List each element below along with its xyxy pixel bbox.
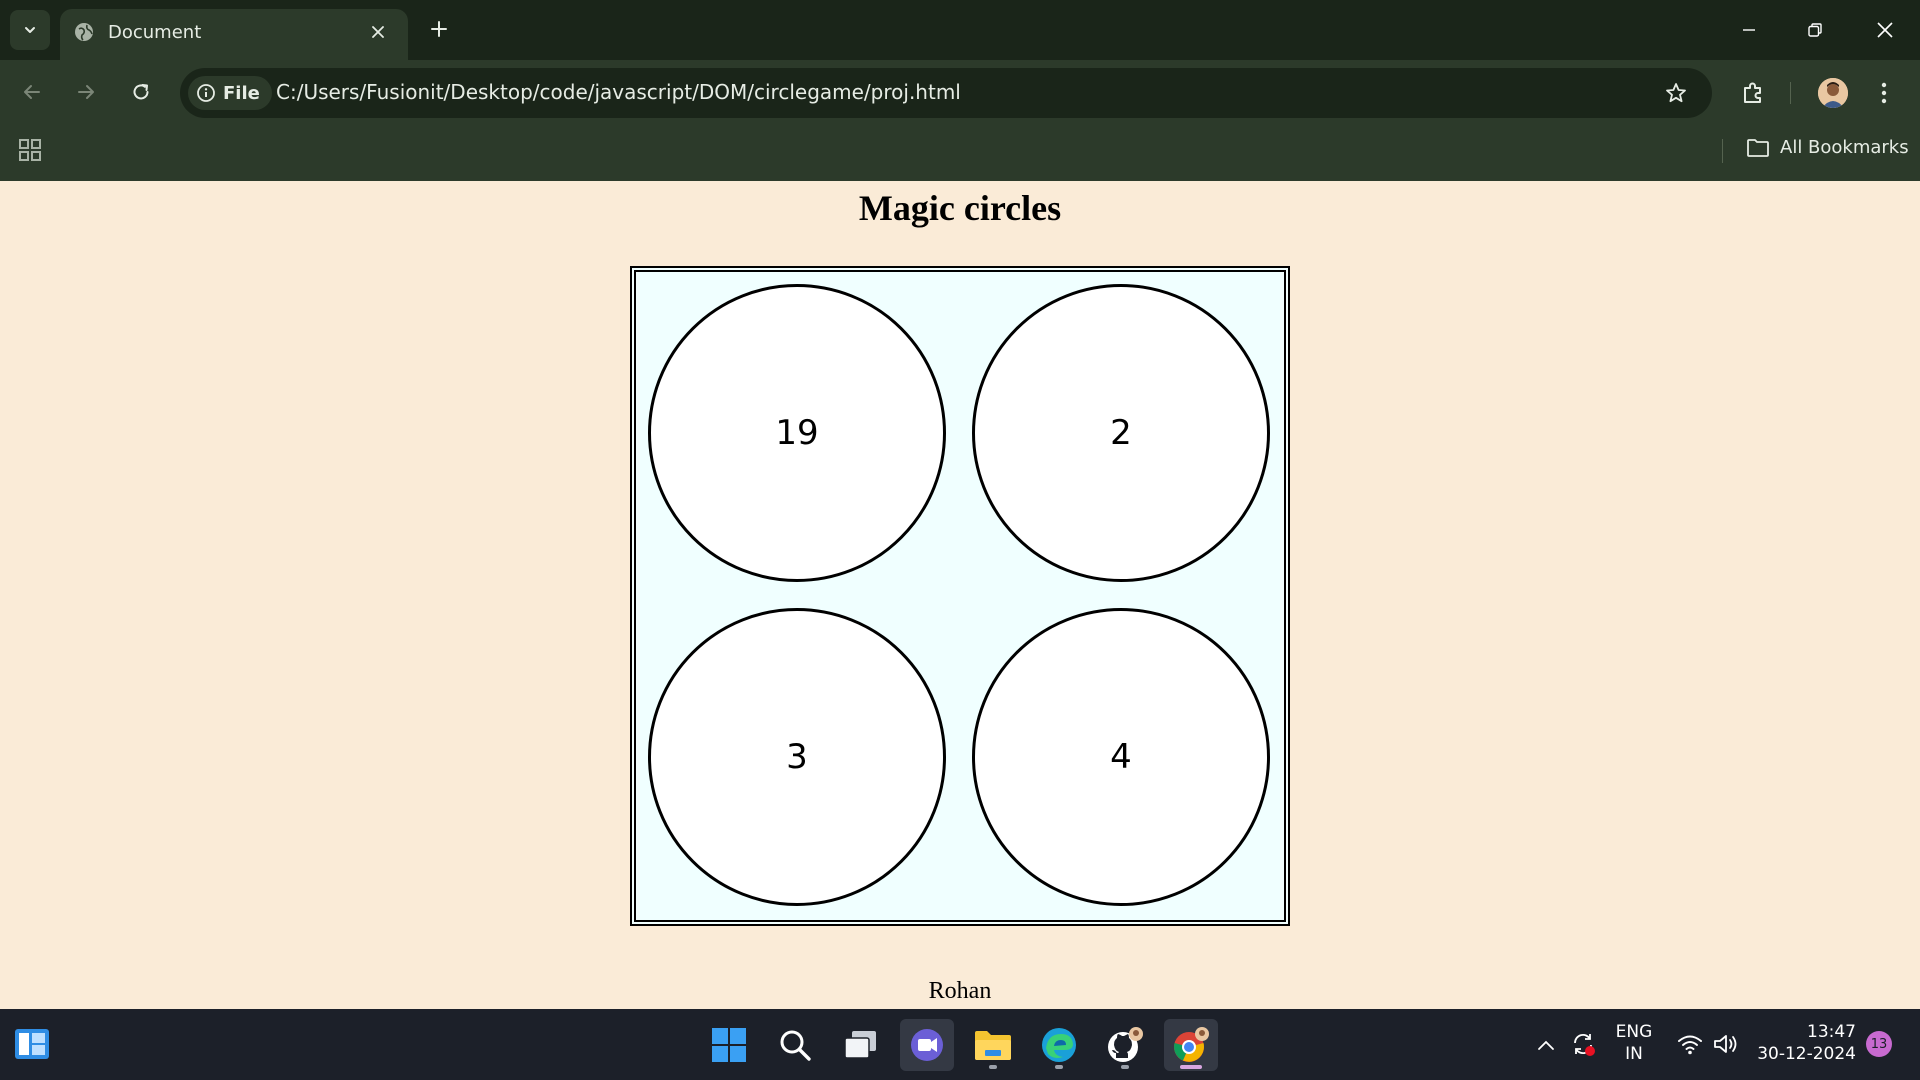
tab-title: Document [108, 22, 202, 43]
arrow-right-icon [78, 85, 94, 99]
minimize-icon [1743, 29, 1755, 31]
restore-button[interactable] [1792, 10, 1838, 50]
start-button[interactable] [702, 1019, 756, 1071]
windows-logo-icon [712, 1028, 746, 1062]
page-title: Magic circles [858, 188, 1062, 228]
forward-button[interactable] [68, 74, 104, 110]
circle-board: 19 2 3 4 [630, 266, 1290, 926]
task-view-button[interactable] [834, 1019, 888, 1071]
running-indicator [1055, 1065, 1063, 1069]
taskbar-app-file-explorer[interactable] [966, 1019, 1020, 1071]
bookmarks-bar: All Bookmarks [0, 123, 1920, 181]
chevron-down-icon [25, 27, 35, 33]
language-code: ENG [1615, 1022, 1653, 1042]
notification-badge[interactable]: 13 [1866, 1031, 1892, 1057]
site-info-label: File [223, 82, 260, 104]
profile-avatar[interactable] [1818, 78, 1848, 108]
apps-grid-icon[interactable] [16, 136, 44, 164]
taskbar-app-github[interactable] [1098, 1019, 1152, 1071]
browser-toolbar: File C:/Users/Fusionit/Desktop/code/java… [0, 60, 1920, 123]
folder-icon [1747, 138, 1769, 157]
video-chat-icon [911, 1029, 943, 1061]
tab-search-button[interactable] [10, 10, 50, 50]
reload-button[interactable] [123, 74, 159, 110]
url-text[interactable]: C:/Users/Fusionit/Desktop/code/javascrip… [276, 80, 961, 104]
back-button[interactable] [14, 74, 50, 110]
wifi-icon[interactable] [1676, 1031, 1704, 1057]
close-icon [372, 26, 384, 38]
circle-3[interactable]: 3 [648, 608, 946, 906]
tab-document[interactable]: Document [60, 9, 408, 60]
reload-icon [133, 84, 149, 100]
search-button[interactable] [768, 1019, 822, 1071]
bookmarks-divider [1722, 139, 1723, 163]
site-info-chip[interactable]: File [188, 76, 272, 110]
new-tab-button[interactable] [424, 14, 454, 44]
close-icon [1877, 22, 1893, 38]
arrow-left-icon [24, 85, 40, 99]
region-code: IN [1625, 1044, 1643, 1064]
task-view-icon [844, 1031, 876, 1059]
plus-icon [431, 21, 447, 37]
globe-icon [75, 23, 93, 41]
circle-4[interactable]: 4 [972, 608, 1270, 906]
address-bar[interactable]: File C:/Users/Fusionit/Desktop/code/java… [180, 68, 1712, 118]
puzzle-icon [1744, 82, 1761, 103]
chrome-icon [1174, 1027, 1209, 1062]
taskbar-app-edge[interactable] [1032, 1019, 1086, 1071]
taskbar: ENG IN 13:47 30-12-2024 13 [0, 1009, 1920, 1080]
close-tab-button[interactable] [366, 20, 390, 44]
page-viewport: Magic circles 19 2 3 4 Rohan [0, 181, 1920, 1009]
star-icon [1666, 83, 1686, 103]
clock-time: 13:47 [1807, 1022, 1856, 1042]
chevron-up-icon [1538, 1040, 1554, 1050]
all-bookmarks-label: All Bookmarks [1780, 137, 1909, 158]
more-vertical-icon [1881, 82, 1887, 104]
bookmark-star-button[interactable] [1660, 77, 1692, 109]
tab-strip: Document [0, 0, 1920, 60]
circle-2[interactable]: 2 [972, 284, 1270, 582]
minimize-button[interactable] [1726, 10, 1772, 50]
circle-1[interactable]: 19 [648, 284, 946, 582]
system-clock[interactable]: 13:47 30-12-2024 [1756, 1021, 1856, 1065]
browser-menu-button[interactable] [1872, 76, 1896, 110]
show-hidden-icons-button[interactable] [1534, 1033, 1558, 1057]
close-window-button[interactable] [1862, 10, 1908, 50]
github-icon [1108, 1027, 1143, 1062]
clock-date: 30-12-2024 [1757, 1044, 1856, 1064]
author-name: Rohan [928, 978, 992, 1004]
search-icon [780, 1030, 811, 1061]
taskbar-app-meet[interactable] [900, 1019, 954, 1071]
all-bookmarks-button[interactable]: All Bookmarks [1746, 137, 1909, 158]
restore-icon [1808, 23, 1822, 37]
extensions-button[interactable] [1736, 76, 1770, 110]
active-indicator [1180, 1065, 1202, 1069]
info-icon [197, 84, 215, 102]
folder-icon [975, 1031, 1011, 1060]
running-indicator [989, 1065, 997, 1069]
toolbar-divider [1790, 82, 1791, 104]
widgets-icon[interactable] [14, 1027, 50, 1061]
volume-icon[interactable] [1712, 1031, 1740, 1057]
language-indicator[interactable]: ENG IN [1612, 1021, 1656, 1065]
avatar-icon [1818, 78, 1848, 108]
edge-icon [1042, 1028, 1076, 1062]
running-indicator [1121, 1065, 1129, 1069]
sync-icon[interactable] [1568, 1029, 1598, 1059]
taskbar-app-chrome[interactable] [1164, 1019, 1218, 1071]
